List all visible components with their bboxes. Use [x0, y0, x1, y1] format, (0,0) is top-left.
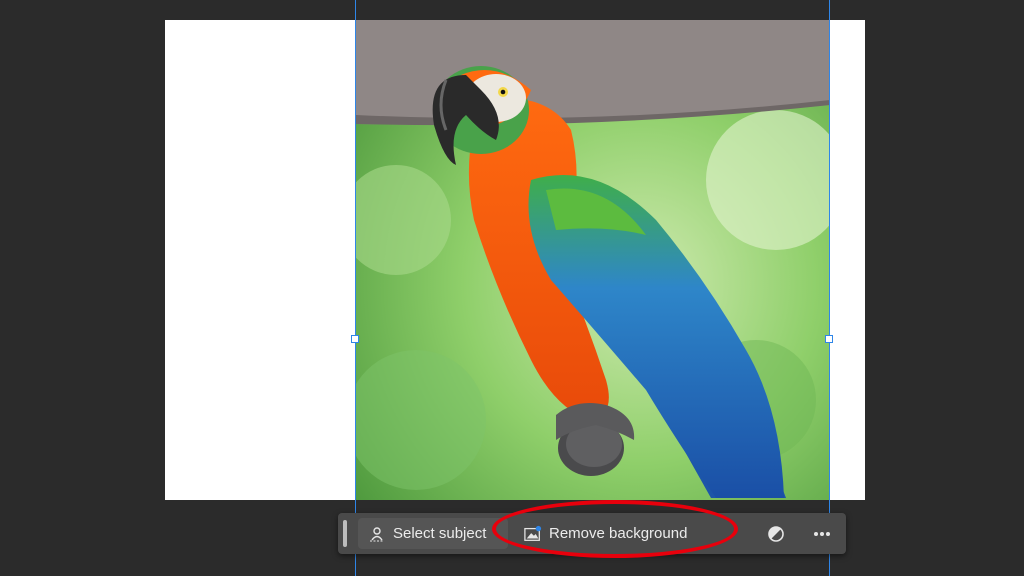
person-select-icon — [368, 525, 386, 543]
taskbar-drag-handle[interactable] — [343, 520, 347, 547]
parrot-photo-layer[interactable] — [356, 20, 830, 500]
half-circle-icon — [767, 525, 785, 543]
selection-right-edge[interactable] — [829, 0, 830, 576]
contextual-taskbar: Select subject Remove background — [338, 513, 846, 554]
more-options-button[interactable] — [806, 518, 838, 549]
select-subject-label: Select subject — [393, 525, 487, 542]
select-subject-button[interactable]: Select subject — [358, 518, 508, 549]
ellipsis-icon — [813, 525, 831, 543]
adjust-button[interactable] — [760, 518, 792, 549]
remove-background-label: Remove background — [549, 525, 688, 542]
remove-background-button[interactable]: Remove background — [514, 518, 704, 549]
transform-handle-right[interactable] — [825, 335, 833, 343]
selection-left-edge[interactable] — [355, 0, 356, 576]
remove-background-icon — [524, 525, 542, 543]
parrot-photo — [356, 20, 830, 500]
transform-handle-left[interactable] — [351, 335, 359, 343]
